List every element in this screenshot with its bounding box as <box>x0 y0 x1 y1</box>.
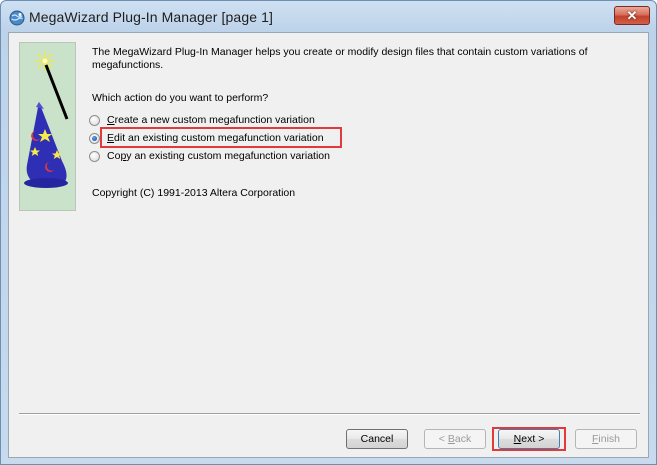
option-copy-existing[interactable]: Copy an existing custom megafunction var… <box>89 147 330 165</box>
option-create-new-label: Create a new custom megafunction variati… <box>107 114 315 126</box>
edit-option-highlight <box>100 127 342 148</box>
option-copy-existing-label: Copy an existing custom megafunction var… <box>107 150 330 162</box>
cancel-button[interactable]: Cancel <box>346 429 408 449</box>
button-separator <box>19 413 640 415</box>
action-question: Which action do you want to perform? <box>92 92 269 104</box>
radio-create-new[interactable] <box>89 114 100 126</box>
wizard-hat-icon <box>24 51 69 188</box>
copyright-text: Copyright (C) 1991-2013 Altera Corporati… <box>92 187 296 199</box>
finish-button[interactable]: Finish <box>575 429 637 449</box>
megawizard-window: MegaWizard Plug-In Manager [page 1] ✕ Th… <box>0 0 657 465</box>
title-bar[interactable]: MegaWizard Plug-In Manager [page 1] ✕ <box>1 1 656 33</box>
globe-icon <box>9 10 25 26</box>
next-button-highlight <box>492 427 566 451</box>
back-button[interactable]: < Back <box>424 429 486 449</box>
wizard-client-area: The MegaWizard Plug-In Manager helps you… <box>8 32 649 458</box>
close-button[interactable]: ✕ <box>614 6 650 25</box>
intro-text: The MegaWizard Plug-In Manager helps you… <box>92 46 588 71</box>
window-title: MegaWizard Plug-In Manager [page 1] <box>29 9 273 25</box>
close-icon: ✕ <box>626 8 638 23</box>
radio-edit-existing[interactable] <box>89 132 100 144</box>
radio-copy-existing[interactable] <box>89 150 100 162</box>
wizard-image-panel <box>19 42 76 211</box>
